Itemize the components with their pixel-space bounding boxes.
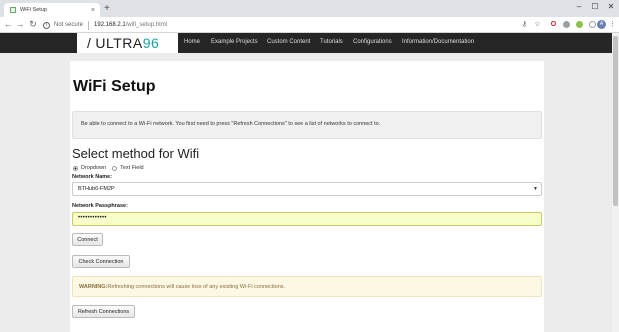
address-bar[interactable]: i Not secure 192.168.2.1/wifi_setup.html [43, 19, 546, 31]
forward-arrow-icon[interactable]: → [15, 19, 25, 30]
page-title: WiFi Setup [73, 78, 156, 95]
nav-information-documentation[interactable]: Information/Documentation [402, 39, 474, 45]
scrollbar-thumb[interactable] [613, 36, 618, 206]
radio-text-field-label[interactable]: Text Field [120, 165, 144, 171]
url-host: 192.168.2.1 [94, 22, 126, 28]
tab-close-icon[interactable]: × [91, 7, 95, 14]
reload-icon[interactable]: ↻ [28, 19, 38, 30]
extension-opera-icon[interactable]: O [549, 20, 558, 29]
close-window-button[interactable]: ✕ [604, 2, 618, 11]
radio-text-field[interactable] [112, 165, 118, 171]
network-name-select[interactable]: BTHub6-FM2P ▼ [72, 182, 542, 196]
extension-grey-icon[interactable] [563, 21, 570, 28]
warning-box: WARNING:Refreshing connections will caus… [72, 276, 542, 297]
section-title: Select method for Wifi [72, 146, 200, 161]
browser-toolbar: ← → ↻ i Not secure 192.168.2.1/wifi_setu… [0, 17, 619, 33]
browser-tab[interactable]: WiFi Setup × [4, 3, 100, 17]
minimize-button[interactable]: – [572, 2, 586, 11]
nav-tutorials[interactable]: Tutorials [320, 39, 343, 45]
radio-dropdown[interactable] [73, 165, 78, 171]
check-connection-button[interactable]: Check Connection [72, 255, 130, 268]
extension-green-icon[interactable] [576, 21, 583, 28]
info-icon[interactable]: i [43, 21, 50, 29]
warning-text: Refreshing connections will cause loss o… [107, 284, 286, 290]
passphrase-label: Network Passphrase: [72, 203, 128, 209]
back-arrow-icon[interactable]: ← [3, 19, 13, 30]
dropdown-caret-icon: ▼ [533, 186, 538, 192]
passphrase-input[interactable]: •••••••••••• [72, 212, 542, 226]
radio-dropdown-label[interactable]: Dropdown [81, 165, 106, 171]
site-logo[interactable]: / ULTRA 96 [77, 33, 178, 53]
new-tab-button[interactable]: + [104, 3, 110, 15]
maximize-button[interactable]: ☐ [588, 2, 602, 11]
page-favicon-icon [10, 7, 16, 13]
bookmark-star-icon[interactable]: ☆ [533, 20, 542, 29]
site-navbar: / ULTRA 96 Home Example Projects Custom Co… [0, 33, 612, 53]
profile-avatar[interactable]: A [597, 20, 606, 29]
address-divider [88, 20, 90, 30]
warning-label: WARNING: [79, 284, 108, 290]
key-icon[interactable]: ⚷ [520, 20, 529, 29]
nav-configurations[interactable]: Configurations [353, 39, 392, 45]
url-path: /wifi_setup.html [125, 22, 168, 28]
tab-title: WiFi Setup [20, 7, 47, 13]
info-box: Be able to connect to a Wi-Fi network. Y… [72, 111, 542, 139]
method-radio-group: Dropdown Text Field [73, 165, 150, 171]
network-name-label: Network Name: [72, 174, 113, 180]
extension-circle-icon[interactable] [589, 21, 596, 28]
browser-tab-strip: WiFi Setup × + – ☐ ✕ [0, 0, 619, 17]
connect-button[interactable]: Connect [72, 233, 103, 246]
network-name-value: BTHub6-FM2P [78, 186, 115, 192]
page-scrollbar[interactable] [612, 33, 619, 332]
nav-custom-content[interactable]: Custom Content [267, 39, 310, 45]
menu-kebab-icon[interactable]: ⋮ [608, 20, 617, 29]
nav-example-projects[interactable]: Example Projects [211, 39, 258, 45]
nav-home[interactable]: Home [184, 39, 200, 45]
refresh-connections-button[interactable]: Refresh Connections [72, 305, 135, 318]
security-label: Not secure [54, 22, 84, 28]
